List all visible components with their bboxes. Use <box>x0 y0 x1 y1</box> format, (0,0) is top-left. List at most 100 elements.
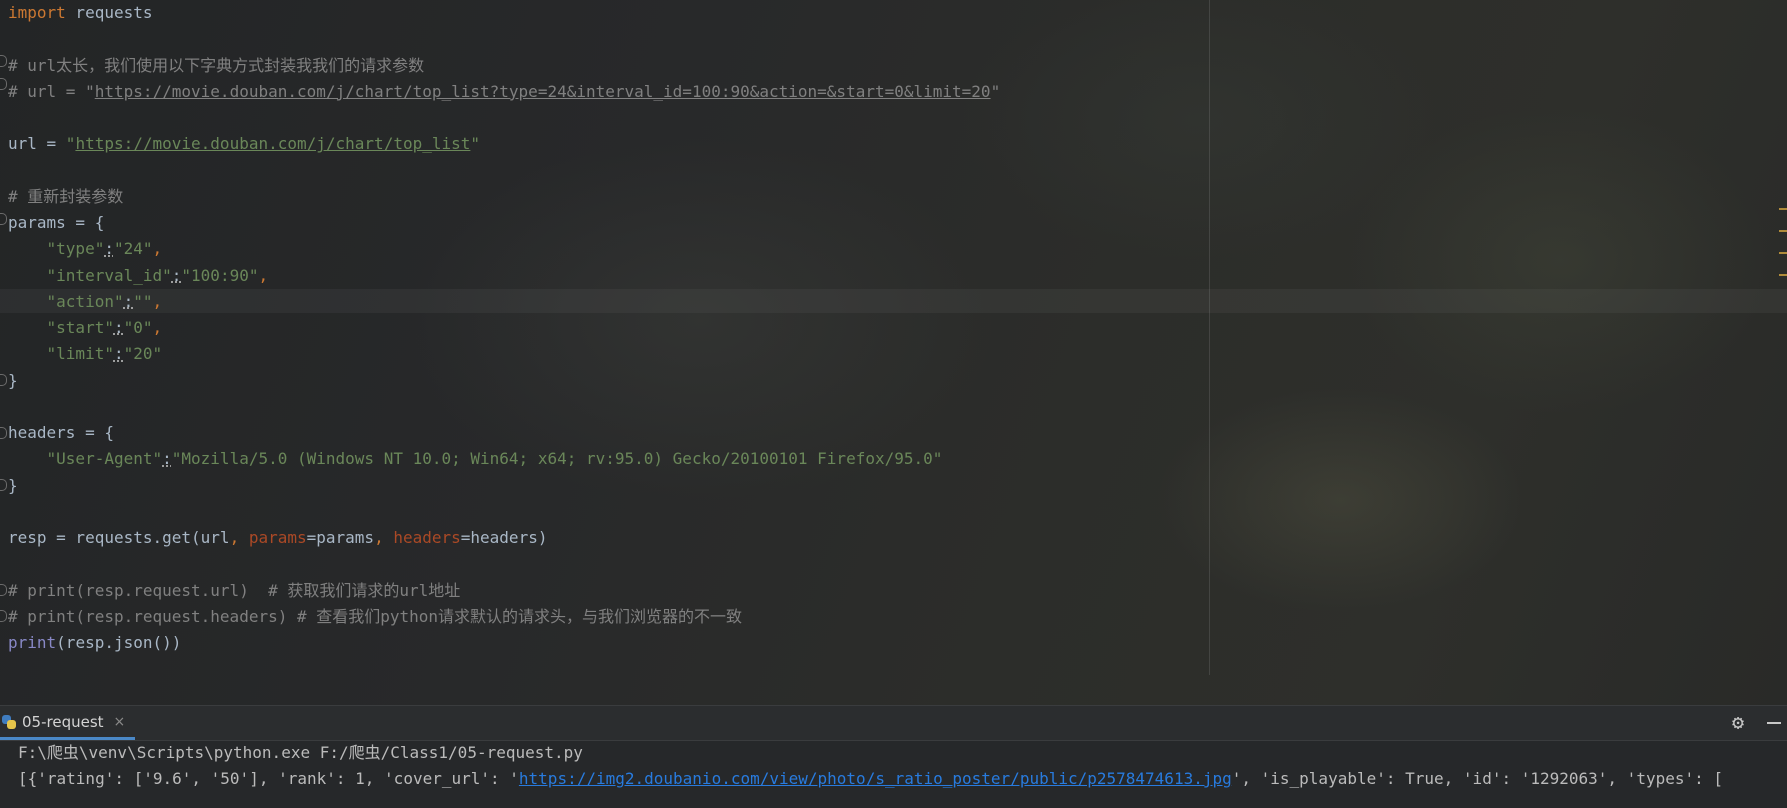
code-token: "100:90" <box>181 265 259 285</box>
run-tool-window: 05-request × ⚙ F:\爬虫\venv\Scripts\python… <box>0 705 1787 808</box>
code-token: : <box>113 344 124 364</box>
code-line[interactable] <box>8 26 1000 52</box>
right-margin-guide <box>1209 0 1210 675</box>
code-token: # print(resp.request.url) # 获取我们请求的url地址 <box>8 580 461 600</box>
code-token: "start" <box>46 318 114 337</box>
output-text: ', 'is_playable': True, 'id': '1292063',… <box>1231 769 1724 788</box>
code-token: "User-Agent" <box>46 449 163 469</box>
code-token: "Mozilla/5.0 (Windows NT 10.0; Win64; x6… <box>171 449 943 469</box>
gear-icon[interactable]: ⚙ <box>1727 711 1749 733</box>
code-token: (resp.json()) <box>56 633 182 652</box>
fold-marker-icon[interactable] <box>0 78 7 90</box>
code-token: : <box>113 318 124 337</box>
code-token: "0" <box>123 318 153 337</box>
code-token: =params <box>306 528 375 547</box>
code-token: } <box>8 475 18 495</box>
code-token: , <box>258 265 269 285</box>
source-code[interactable]: import requests # url太长，我们使用以下字典方式封装我我们的… <box>8 0 1000 656</box>
console-output[interactable]: F:\爬虫\venv\Scripts\python.exe F:/爬虫/Clas… <box>18 740 1723 792</box>
code-token: url = <box>8 134 66 154</box>
code-token: print <box>8 633 57 652</box>
code-token: "24" <box>113 239 153 259</box>
code-line[interactable]: } <box>8 368 1000 394</box>
code-token: "action" <box>46 291 124 311</box>
code-token: , <box>229 528 249 547</box>
close-icon[interactable]: × <box>114 714 126 730</box>
code-token: : <box>162 449 172 469</box>
code-token: "20" <box>123 344 163 364</box>
code-line[interactable]: } <box>8 473 1000 499</box>
console-command-line: F:\爬虫\venv\Scripts\python.exe F:/爬虫/Clas… <box>18 743 583 762</box>
run-tab-bar: 05-request × ⚙ <box>0 706 1787 741</box>
code-token: " <box>990 81 1001 101</box>
code-line[interactable]: "action":"", <box>8 289 1000 315</box>
code-line[interactable] <box>8 105 1000 131</box>
code-line[interactable]: # url太长，我们使用以下字典方式封装我我们的请求参数 <box>8 53 1000 79</box>
code-token: , <box>152 239 163 259</box>
code-line[interactable]: "interval_id":"100:90", <box>8 263 1000 289</box>
code-line[interactable]: resp = requests.get(url, params=params, … <box>8 525 1000 551</box>
code-token: headers <box>393 528 461 547</box>
code-line[interactable]: # url = "https://movie.douban.com/j/char… <box>8 79 1000 105</box>
code-token: "type" <box>46 239 105 259</box>
fold-marker-icon[interactable] <box>0 584 7 596</box>
code-token: " <box>470 134 481 154</box>
code-line[interactable]: "start":"0", <box>8 315 1000 341</box>
fold-marker-icon[interactable] <box>0 610 7 622</box>
code-token: # 重新封装参数 <box>8 186 124 206</box>
fold-marker-icon[interactable] <box>0 427 7 439</box>
code-token: params <box>248 528 307 547</box>
code-token: : <box>104 239 114 259</box>
python-icon <box>2 714 16 729</box>
output-link[interactable]: https://img2.doubanio.com/view/photo/s_r… <box>519 769 1232 788</box>
code-line[interactable]: "type":"24", <box>8 236 1000 262</box>
fold-marker-icon[interactable] <box>0 213 7 225</box>
code-line[interactable]: print(resp.json()) <box>8 630 1000 656</box>
code-line[interactable]: url = "https://movie.douban.com/j/chart/… <box>8 131 1000 157</box>
console-output-line: [{'rating': ['9.6', '50'], 'rank': 1, 'c… <box>18 766 1723 792</box>
minimize-icon[interactable] <box>1767 722 1781 724</box>
code-token: params = { <box>8 213 105 232</box>
code-token: # url = " <box>8 81 95 101</box>
run-tab-05-request[interactable]: 05-request × <box>0 706 136 740</box>
code-line[interactable]: "User-Agent":"Mozilla/5.0 (Windows NT 10… <box>8 446 1000 472</box>
code-token: "limit" <box>46 344 114 364</box>
code-line[interactable]: # 重新封装参数 <box>8 184 1000 210</box>
code-token: =headers) <box>460 528 548 547</box>
code-editor[interactable]: import requests # url太长，我们使用以下字典方式封装我我们的… <box>0 0 1787 705</box>
code-token: , <box>374 528 394 547</box>
code-line[interactable]: # print(resp.request.url) # 获取我们请求的url地址 <box>8 578 1000 604</box>
code-token: https://movie.douban.com/j/chart/top_lis… <box>94 81 991 101</box>
code-line[interactable] <box>8 394 1000 420</box>
code-line[interactable]: headers = { <box>8 420 1000 446</box>
code-token: "" <box>133 291 153 311</box>
code-line[interactable] <box>8 551 1000 577</box>
code-token: "interval_id" <box>46 265 172 285</box>
output-text: [{'rating': ['9.6', '50'], 'rank': 1, 'c… <box>18 769 519 788</box>
fold-marker-icon[interactable] <box>0 374 7 386</box>
code-line[interactable] <box>8 499 1000 525</box>
code-line[interactable]: params = { <box>8 210 1000 236</box>
code-token: : <box>123 291 134 311</box>
code-token: requests <box>65 3 153 22</box>
scrollbar-markers[interactable] <box>1779 208 1787 298</box>
code-token: import <box>8 3 66 22</box>
fold-marker-icon[interactable] <box>0 479 7 491</box>
fold-marker-icon[interactable] <box>0 55 7 67</box>
code-token: headers = { <box>8 423 114 442</box>
code-token: # url太长，我们使用以下字典方式封装我我们的请求参数 <box>8 55 425 75</box>
code-token: , <box>152 291 163 311</box>
code-token: https://movie.douban.com/j/chart/top_lis… <box>75 134 471 154</box>
code-token: , <box>152 318 163 337</box>
code-line[interactable]: import requests <box>8 0 1000 26</box>
code-line[interactable]: "limit":"20" <box>8 341 1000 367</box>
code-line[interactable]: # print(resp.request.headers) # 查看我们pyth… <box>8 604 1000 630</box>
run-tab-label: 05-request <box>22 712 104 731</box>
code-token: # print(resp.request.headers) # 查看我们pyth… <box>8 606 743 626</box>
code-line[interactable] <box>8 158 1000 184</box>
